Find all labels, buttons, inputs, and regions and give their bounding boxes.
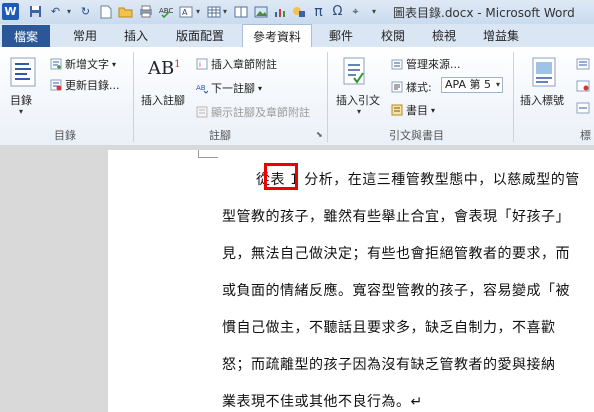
group-label-footnotes: 註腳 [209, 129, 231, 142]
footnotes-dialog-launcher-icon[interactable]: ⬊ [316, 130, 323, 139]
insert-chart-icon[interactable] [271, 3, 288, 20]
toc-dropdown-icon[interactable]: ▾ [19, 107, 23, 116]
insert-picture-icon[interactable] [252, 3, 269, 20]
tab-file[interactable]: 檔案 [2, 25, 50, 47]
insert-citation-icon [341, 57, 367, 90]
style-icon [391, 81, 403, 93]
paragraph-line[interactable]: 見，無法自己做決定；有些也會拒絕管教者的要求，而 [222, 243, 570, 263]
svg-text:i: i [199, 61, 201, 69]
citation-style-value: APA 第 5 [445, 78, 491, 91]
bibliography-icon [391, 104, 403, 116]
new-document-icon[interactable] [97, 3, 114, 20]
group-separator [327, 52, 328, 142]
next-footnote-button[interactable]: AB 下一註腳 ▾ [196, 80, 262, 96]
paragraph-line[interactable]: 怒；而疏離型的孩子因為沒有缺乏管教者的愛與接納 [222, 354, 556, 374]
insert-shapes-icon[interactable] [290, 3, 307, 20]
save-icon[interactable] [27, 3, 44, 20]
citation-style-select[interactable]: APA 第 5 ▾ [441, 77, 503, 93]
cross-reference-icon[interactable] [576, 102, 590, 117]
manage-sources-button[interactable]: 管理來源... [391, 56, 461, 72]
citation-style-label-group: 樣式: [391, 79, 432, 95]
insert-table-of-figures-icon[interactable] [576, 58, 590, 73]
show-notes-button[interactable]: 顯示註腳及章節附註 [196, 104, 310, 120]
paragraph-line[interactable]: 業表現不佳或其他不良行為。↵ [222, 391, 423, 411]
insert-endnote-button[interactable]: i 插入章節附註 [196, 56, 277, 72]
table-of-contents-icon [10, 57, 36, 90]
spelling-check-icon[interactable]: ABC [157, 3, 174, 20]
word-app-icon[interactable]: W [2, 3, 19, 20]
insert-citation-dropdown-icon[interactable]: ▾ [357, 107, 361, 116]
undo-icon[interactable]: ↶ [47, 3, 64, 20]
svg-text:ABC: ABC [159, 7, 173, 15]
toc-button[interactable]: 目錄 [10, 92, 32, 108]
paragraph-line[interactable]: 從表 1 分析，在這三種管教型態中，以慈威型的管 [256, 169, 580, 189]
paragraph-line[interactable]: 型管教的孩子，雖然有些舉止合宜，會表現「好孩子」 [222, 206, 570, 226]
tab-insert[interactable]: 插入 [124, 27, 148, 44]
update-table-icon[interactable] [576, 80, 590, 95]
manage-sources-icon [391, 58, 403, 70]
redo-icon[interactable]: ↻ [77, 3, 94, 20]
show-notes-icon [196, 106, 208, 118]
update-toc-icon [50, 79, 62, 91]
insert-footnote-icon: AB1 [148, 58, 181, 79]
insert-symbol-icon[interactable]: Ω [329, 3, 346, 20]
customize-qat-icon[interactable]: ▾ [369, 3, 379, 20]
select-objects-icon[interactable]: ⌖ [347, 3, 364, 20]
citation-style-label: 樣式: [406, 81, 432, 94]
group-label-toc: 目錄 [54, 129, 76, 142]
tab-home[interactable]: 常用 [73, 27, 97, 44]
open-folder-icon[interactable] [117, 3, 134, 20]
insert-equation-icon[interactable]: π [310, 3, 327, 20]
tab-review[interactable]: 校閱 [381, 27, 405, 44]
add-text-label: 新增文字 [65, 58, 109, 71]
insert-citation-button[interactable]: 插入引文 [336, 92, 380, 108]
print-preview-icon[interactable] [137, 3, 154, 20]
bibliography-button[interactable]: 書目 ▾ [391, 102, 435, 118]
tab-references[interactable]: 參考資料 [242, 24, 312, 48]
insert-caption-button[interactable]: 插入標號 [520, 92, 564, 108]
bibliography-label: 書目 [406, 104, 428, 117]
next-footnote-dropdown-icon: ▾ [258, 83, 263, 93]
bibliography-dropdown-icon: ▾ [431, 105, 436, 115]
insert-endnote-label: 插入章節附註 [211, 58, 277, 71]
tab-add-ins[interactable]: 增益集 [483, 27, 519, 44]
paragraph-line[interactable]: 慣自己做主，不聽話且要求多，缺乏自制力，不喜歡 [222, 317, 556, 337]
tab-mailings[interactable]: 郵件 [329, 27, 353, 44]
text-box-dropdown-icon[interactable]: ▾ [193, 3, 203, 20]
insert-column-icon[interactable] [232, 3, 249, 20]
table-dropdown-icon[interactable]: ▾ [220, 3, 230, 20]
update-toc-button[interactable]: 更新目錄... [50, 77, 120, 93]
window-title: 圖表目錄.docx - Microsoft Word [393, 6, 575, 20]
next-footnote-label: 下一註腳 [211, 82, 255, 95]
group-label-captions: 標 [580, 129, 591, 142]
chevron-down-icon: ▾ [495, 80, 500, 89]
highlight-box [264, 163, 298, 190]
tab-page-layout[interactable]: 版面配置 [176, 27, 224, 44]
insert-footnote-button[interactable]: 插入註腳 [141, 92, 185, 108]
svg-text:A: A [182, 8, 188, 17]
paragraph-line[interactable]: 或負面的情緒反應。寬容型管教的孩子，容易變成「被 [222, 280, 570, 300]
insert-caption-icon [532, 57, 556, 90]
undo-dropdown-icon[interactable]: ▾ [64, 3, 74, 20]
margin-corner-mark [198, 150, 218, 158]
tab-view[interactable]: 檢視 [432, 27, 456, 44]
group-label-citations: 引文與書目 [389, 129, 444, 142]
add-text-button[interactable]: 新增文字 ▾ [50, 56, 116, 72]
add-text-icon [50, 58, 62, 70]
manage-sources-label: 管理來源... [406, 58, 461, 71]
show-notes-label: 顯示註腳及章節附註 [211, 106, 310, 119]
update-toc-label: 更新目錄... [65, 79, 120, 92]
add-text-dropdown-icon: ▾ [112, 59, 117, 69]
insert-text-box-icon[interactable]: A [177, 3, 194, 20]
next-footnote-icon: AB [196, 82, 209, 94]
group-separator [133, 52, 134, 142]
insert-endnote-icon: i [196, 58, 208, 70]
group-separator [513, 52, 514, 142]
